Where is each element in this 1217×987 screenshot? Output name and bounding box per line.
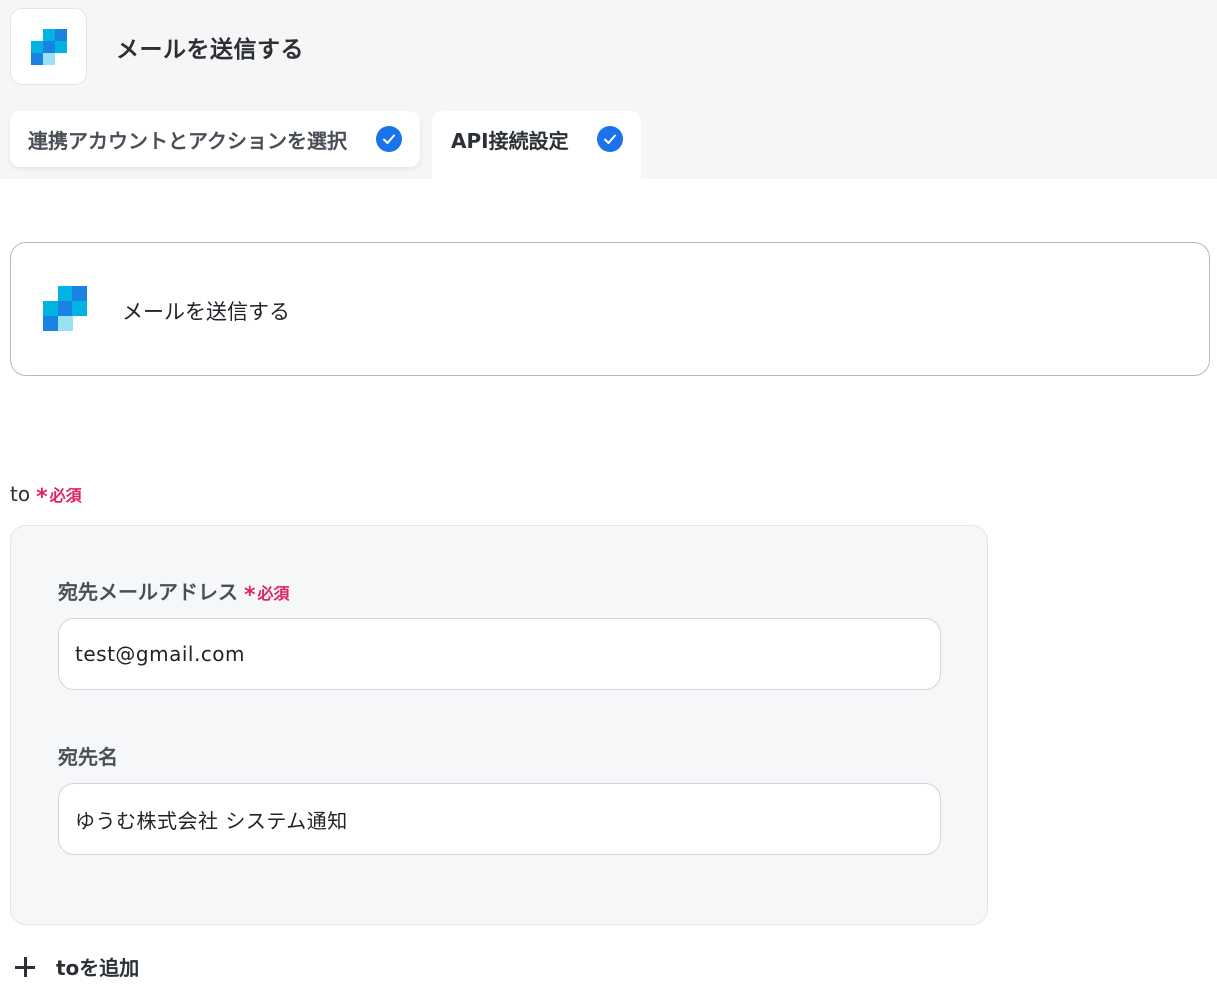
check-circle-icon (597, 126, 623, 152)
app-logo (10, 8, 87, 85)
sendgrid-logo-icon (31, 29, 67, 65)
recipient-name-label: 宛先名 (58, 745, 118, 769)
to-recipient-group: 宛先メールアドレス * 必須 test@gmail.com 宛先名 ゆうむ株式会社 … (10, 525, 988, 925)
recipient-email-input[interactable]: test@gmail.com (58, 618, 941, 690)
add-to-label: toを追加 (56, 956, 140, 980)
tab-api-settings[interactable]: API接続設定 (432, 111, 641, 179)
tab-label: 連携アカウントとアクションを選択 (28, 128, 347, 153)
page-title: メールを送信する (116, 37, 304, 63)
required-indicator: * 必須 (36, 485, 82, 510)
plus-icon (14, 956, 36, 978)
recipient-name-input[interactable]: ゆうむ株式会社 システム通知 (58, 783, 941, 855)
action-card[interactable]: メールを送信する (10, 242, 1210, 376)
field-label-text: to (10, 482, 31, 506)
check-circle-icon (376, 126, 402, 152)
tab-label: API接続設定 (451, 128, 569, 153)
sendgrid-logo-icon (43, 286, 87, 332)
page-header: メールを送信する 連携アカウントとアクションを選択 API接続設定 (0, 0, 1217, 179)
add-to-button[interactable]: toを追加 (14, 952, 139, 981)
recipient-email-label: 宛先メールアドレス * 必須 (58, 580, 290, 608)
to-field-label: to * 必須 (10, 482, 82, 510)
required-indicator: * 必須 (244, 583, 290, 608)
tab-select-account-action[interactable]: 連携アカウントとアクションを選択 (10, 111, 420, 167)
action-title: メールを送信する (122, 300, 290, 324)
